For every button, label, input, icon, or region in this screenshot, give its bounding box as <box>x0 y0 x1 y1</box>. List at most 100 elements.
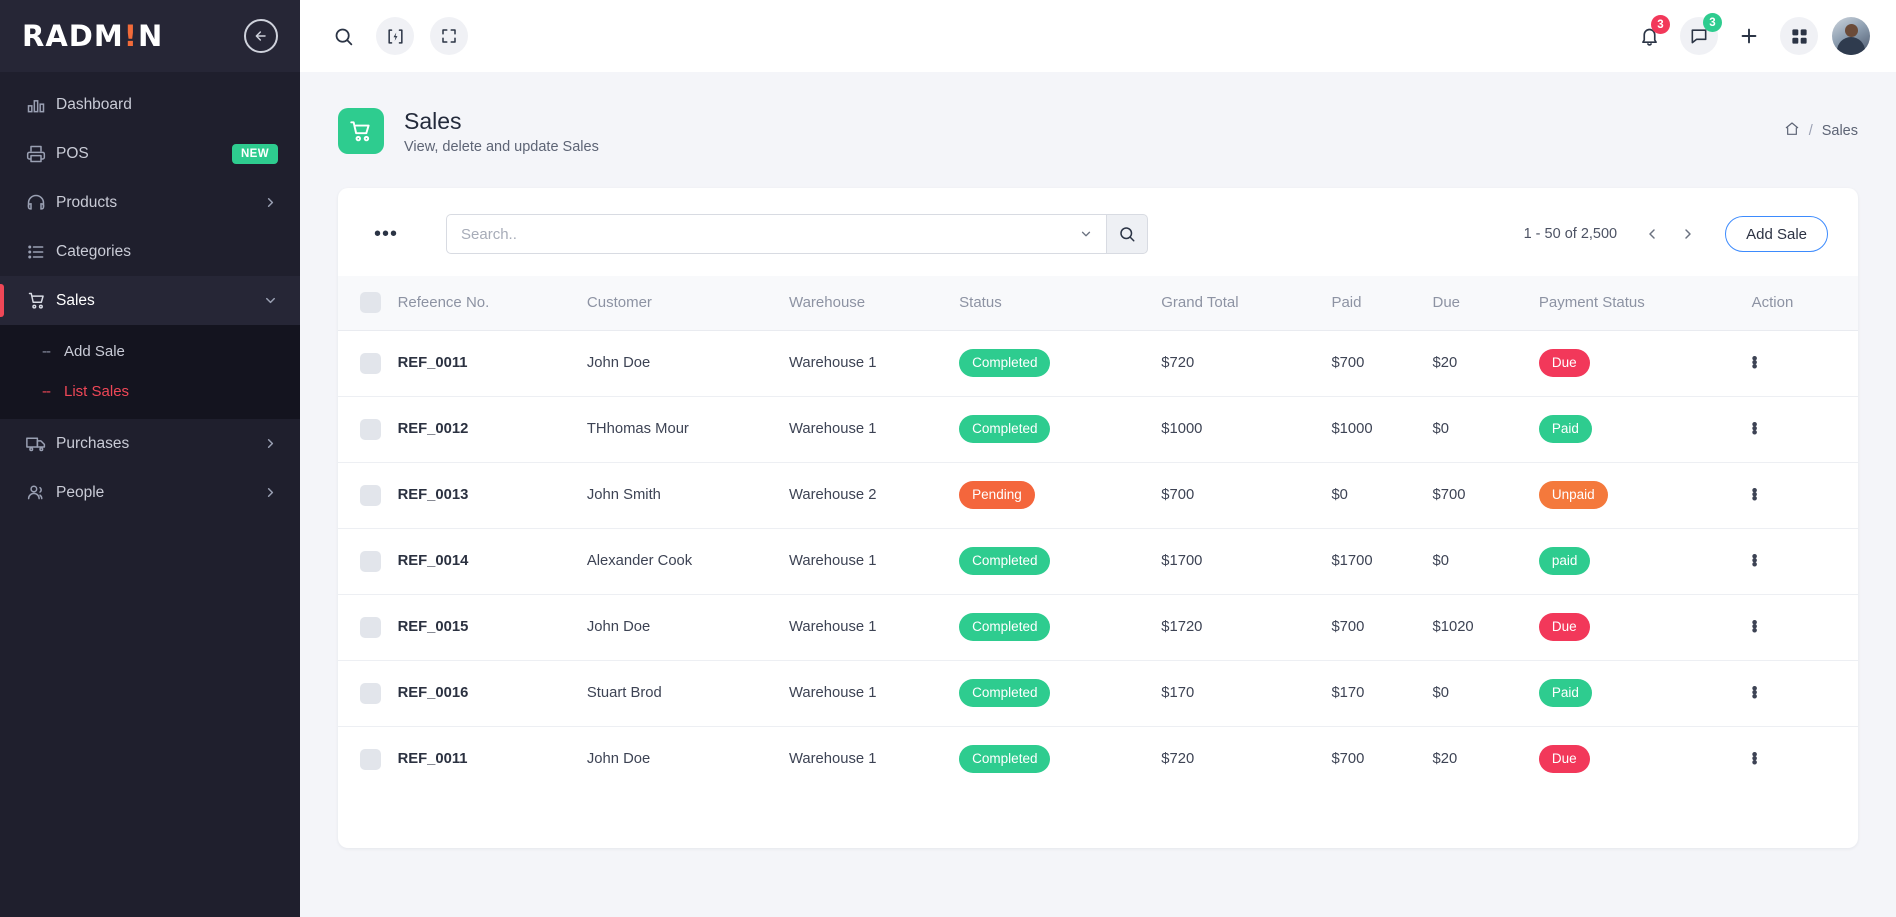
row-checkbox[interactable] <box>360 418 381 440</box>
cell-reference: REF_0013 <box>397 462 587 529</box>
chevron-right-icon <box>1685 229 1691 239</box>
kebab-icon[interactable]: • • • <box>1752 416 1858 441</box>
table-header-payment-status[interactable]: Payment Status <box>1538 276 1752 331</box>
sidebar-item-label: Purchases <box>56 434 130 452</box>
topbar-flash-button[interactable] <box>376 17 414 55</box>
cell-customer: John Doe <box>586 330 789 397</box>
cell-reference: REF_0011 <box>397 330 587 397</box>
sidebar-item-dashboard[interactable]: Dashboard <box>0 80 300 129</box>
notifications-button[interactable]: 3 <box>1632 15 1670 53</box>
ellipsis-icon[interactable]: ••• <box>368 224 404 244</box>
search-submit-button[interactable] <box>1106 214 1149 254</box>
row-checkbox[interactable] <box>360 748 381 770</box>
table-row[interactable]: REF_0012 THhomas Mour Warehouse 1 Completed… <box>338 396 1858 463</box>
breadcrumb-home-link[interactable] <box>1784 121 1800 141</box>
notifications-count-badge: 3 <box>1651 15 1670 34</box>
sidebar-item-people[interactable]: People <box>0 468 300 517</box>
payment-status-badge: Paid <box>1538 679 1592 707</box>
table-row[interactable]: REF_0016 Stuart Brod Warehouse 1 Completed $… <box>338 660 1858 727</box>
sidebar-item-pos[interactable]: POS NEW <box>0 129 300 178</box>
table-header-warehouse[interactable]: Warehouse <box>788 276 960 331</box>
row-checkbox[interactable] <box>360 352 381 374</box>
kebab-icon[interactable]: • • • <box>1752 350 1858 375</box>
topbar-fullscreen-button[interactable] <box>430 17 468 55</box>
table-header-customer[interactable]: Customer <box>586 276 789 331</box>
logo-accent: ! <box>123 19 138 53</box>
sidebar-item-label: Sales <box>56 291 95 309</box>
pagination-range: 1 - 50 of 2,500 <box>1523 226 1618 242</box>
row-select-cell <box>338 528 398 595</box>
app-logo[interactable]: RADM!N <box>22 19 163 53</box>
sidebar-item-products[interactable]: Products <box>0 178 300 227</box>
sidebar-subitem-dash: -- <box>42 382 51 400</box>
pagination-next-button[interactable] <box>1673 219 1703 249</box>
cell-paid: $170 <box>1331 660 1433 727</box>
sidebar-item-sales[interactable]: Sales <box>0 276 300 325</box>
row-select-cell <box>338 462 398 529</box>
topbar-left-actions <box>326 17 468 55</box>
sidebar-item-label: Products <box>56 193 118 211</box>
kebab-icon[interactable]: • • • <box>1752 746 1858 771</box>
cell-customer: Stuart Brod <box>586 660 789 727</box>
cell-status: Completed <box>959 660 1162 727</box>
search-input[interactable] <box>446 214 1067 254</box>
row-checkbox[interactable] <box>360 550 381 572</box>
cell-grand-total: $1000 <box>1161 396 1332 463</box>
sidebar-item-purchases[interactable]: Purchases <box>0 419 300 468</box>
cell-reference: REF_0016 <box>397 660 587 727</box>
select-all-checkbox[interactable] <box>360 292 381 314</box>
sidebar-badge-new: NEW <box>231 143 278 164</box>
table-header-grand-total[interactable]: Grand Total <box>1161 276 1332 331</box>
table-row[interactable]: REF_0014 Alexander Cook Warehouse 1 Complet… <box>338 528 1858 595</box>
messages-count-badge: 3 <box>1703 13 1722 32</box>
kebab-icon[interactable]: • • • <box>1752 482 1858 507</box>
table-row[interactable]: REF_0011 John Doe Warehouse 1 Completed $720… <box>338 726 1858 792</box>
add-sale-button[interactable]: Add Sale <box>1725 216 1828 252</box>
chevron-right-icon <box>263 485 278 500</box>
table-header-status[interactable]: Status <box>959 276 1162 331</box>
table-header-row: Refeence No. Customer Warehouse Status G… <box>338 276 1858 331</box>
search-icon <box>1120 227 1135 242</box>
cell-action: • • • <box>1751 462 1858 529</box>
cell-customer: John Smith <box>586 462 789 529</box>
status-badge: Completed <box>959 745 1051 773</box>
cell-status: Completed <box>959 594 1162 661</box>
topbar-search-button[interactable] <box>326 19 360 53</box>
cell-payment-status: paid <box>1538 528 1752 595</box>
kebab-icon[interactable]: • • • <box>1752 680 1858 705</box>
table-header-reference[interactable]: Refeence No. <box>397 276 587 331</box>
search-dropdown-toggle[interactable] <box>1066 214 1107 254</box>
sidebar-collapse-button[interactable] <box>244 19 278 53</box>
row-checkbox[interactable] <box>360 484 381 506</box>
table-row[interactable]: REF_0013 John Smith Warehouse 2 Pending $700… <box>338 462 1858 529</box>
grid-apps-icon <box>1791 28 1807 44</box>
table-header-due[interactable]: Due <box>1432 276 1539 331</box>
kebab-icon[interactable]: • • • <box>1752 548 1858 573</box>
sidebar-subitem-list-sales[interactable]: -- List Sales <box>0 371 300 411</box>
apps-button[interactable] <box>1780 17 1818 55</box>
truck-icon <box>26 433 56 454</box>
cell-warehouse: Warehouse 2 <box>788 462 960 529</box>
pagination-prev-button[interactable] <box>1637 219 1667 249</box>
messages-button[interactable]: 3 <box>1680 13 1722 55</box>
kebab-icon[interactable]: • • • <box>1752 614 1858 639</box>
table-toolbar: ••• 1 - 50 of 2,500 <box>338 188 1858 276</box>
row-checkbox[interactable] <box>360 682 381 704</box>
cell-reference: REF_0011 <box>397 751 468 768</box>
row-checkbox[interactable] <box>360 616 381 638</box>
table-row[interactable]: REF_0015 John Doe Warehouse 1 Completed $172… <box>338 594 1858 661</box>
table-row[interactable]: REF_0011 John Doe Warehouse 1 Completed $720… <box>338 330 1858 397</box>
avatar[interactable] <box>1832 17 1870 55</box>
bar-chart-icon <box>26 95 56 115</box>
table-header-paid[interactable]: Paid <box>1331 276 1433 331</box>
sidebar: RADM!N Dashboard POS NEW Products Catego… <box>0 0 300 917</box>
logo-text-left: RADM <box>22 19 124 53</box>
status-badge: Completed <box>959 613 1051 641</box>
cell-paid: $1700 <box>1331 528 1433 595</box>
add-button[interactable] <box>1732 19 1766 53</box>
sidebar-subitem-dash: -- <box>42 342 51 360</box>
arrow-left-circle-icon <box>255 31 266 41</box>
sidebar-subitem-add-sale[interactable]: -- Add Sale <box>0 331 300 371</box>
sidebar-item-categories[interactable]: Categories <box>0 227 300 276</box>
headphones-icon <box>26 193 56 213</box>
